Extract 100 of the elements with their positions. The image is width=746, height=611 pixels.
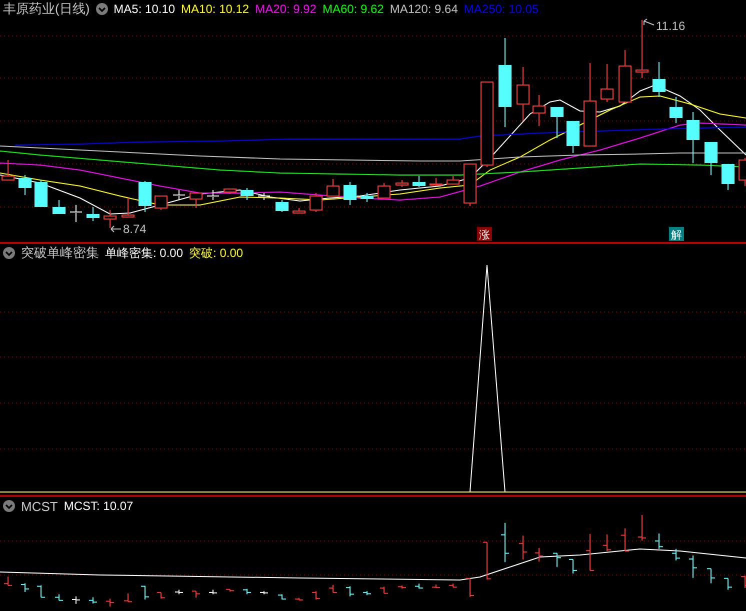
price-bar (620, 528, 630, 552)
price-label: 11.16 (656, 19, 686, 33)
price-bar (414, 583, 424, 589)
candlestick (52, 200, 66, 214)
candlestick (240, 188, 254, 200)
price-bar (602, 534, 612, 552)
price-bar (534, 548, 544, 562)
candlestick (138, 180, 152, 212)
price-bar (362, 590, 372, 596)
price-bar (398, 584, 406, 589)
indicator-value: MA250: 10.05 (464, 2, 539, 16)
signal-tag: 解 (669, 227, 684, 242)
price-bar (208, 589, 218, 595)
price-bar (174, 589, 184, 595)
price-bar (4, 576, 12, 586)
candlestick (122, 198, 134, 218)
candlestick (464, 164, 476, 206)
chart-title: 丰原药业(日线) (3, 0, 90, 18)
candlestick (18, 174, 32, 196)
price-bar (568, 558, 578, 574)
indicator-value: 单峰密集: 0.00 (105, 244, 184, 262)
indicator-title: MCST (21, 498, 58, 514)
price-bar (192, 590, 200, 598)
price-bar (140, 585, 150, 600)
candlestick (446, 176, 460, 184)
dropdown-icon[interactable] (96, 3, 108, 15)
price-bar (72, 596, 80, 604)
candlestick (104, 210, 116, 228)
candlestick (258, 192, 270, 200)
candlestick (618, 50, 632, 102)
indicator-value: MCST: 10.07 (64, 499, 134, 513)
price-bar (482, 542, 492, 580)
candlestick (430, 178, 442, 186)
leader-line (644, 18, 654, 26)
candlestick (686, 112, 700, 164)
price-bar (242, 588, 252, 595)
candlestick (652, 62, 666, 98)
price-bar (654, 532, 664, 550)
signal-tag: 涨 (477, 227, 492, 242)
price-bar (328, 584, 338, 593)
price-bar (466, 578, 474, 598)
candlestick (636, 20, 648, 78)
indicator-value: MA5: 10.10 (114, 2, 176, 16)
price-bar (518, 535, 528, 560)
price-label: 8.74 (123, 222, 146, 236)
price-bar (552, 552, 562, 568)
candlestick (412, 176, 426, 188)
candlestick (344, 182, 356, 206)
dropdown-icon[interactable] (3, 247, 15, 259)
price-bar (106, 598, 114, 608)
price-bar (226, 588, 234, 592)
candlestick (722, 164, 734, 190)
candlestick (86, 206, 100, 222)
candlestick (532, 94, 546, 126)
price-bar (586, 533, 594, 571)
indicator-value: MA20: 9.92 (255, 2, 316, 16)
leader-line (110, 226, 122, 232)
price-bar (500, 522, 510, 563)
indicator-value: MA120: 9.64 (390, 2, 458, 16)
indicator-title: 突破单峰密集 (21, 244, 99, 262)
price-bar (294, 597, 304, 600)
price-bar (724, 578, 732, 590)
price-bar (740, 575, 746, 589)
candlestick (34, 180, 48, 208)
candlestick (154, 196, 168, 210)
price-bar (278, 594, 286, 600)
candlestick (276, 200, 288, 212)
price-bar (638, 515, 646, 542)
price-bar (20, 582, 30, 592)
indicator-value: 突破: 0.00 (189, 244, 244, 262)
price-bar (312, 590, 320, 600)
dropdown-icon[interactable] (3, 500, 15, 512)
price-bar (672, 548, 680, 561)
price-bar (54, 594, 64, 601)
indicator-value: MA10: 10.12 (181, 2, 250, 16)
price-bar (88, 596, 98, 604)
candlestick (600, 64, 614, 102)
candlestick (190, 192, 202, 208)
price-bar (346, 586, 354, 597)
price-bar (260, 590, 268, 595)
candlestick (670, 96, 682, 124)
candlestick (550, 106, 564, 138)
price-bar (124, 592, 132, 602)
candlestick (310, 192, 322, 212)
candlestick (378, 182, 390, 198)
indicator-value: MA60: 9.62 (322, 2, 384, 16)
candlestick (326, 178, 340, 196)
price-bar (380, 586, 388, 594)
candlestick (566, 120, 580, 154)
price-bar (448, 583, 458, 588)
price-bar (156, 592, 166, 600)
price-bar (36, 584, 46, 598)
candlestick (172, 190, 186, 200)
candlestick (70, 204, 82, 222)
candlestick (360, 192, 374, 202)
candlestick (224, 188, 236, 194)
candlestick (516, 66, 530, 122)
price-bar (688, 554, 698, 578)
candlestick (292, 208, 306, 214)
candlestick (206, 190, 220, 200)
